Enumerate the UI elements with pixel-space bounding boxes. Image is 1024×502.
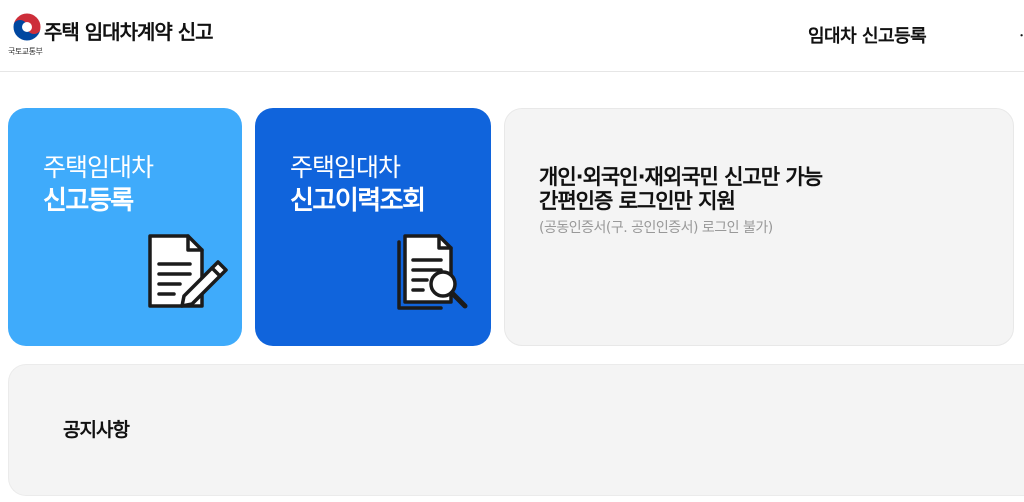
card-rental-register[interactable]: 주택임대차 신고등록 <box>8 108 242 346</box>
card-register-line1: 주택임대차 <box>43 153 154 182</box>
ministry-label: 국토교통부 <box>8 47 43 56</box>
notice-panel[interactable]: 공지사항 <box>8 364 1024 496</box>
card-register-line2: 신고등록 <box>43 186 134 216</box>
nav-item-truncated[interactable]: ᆢ <box>1016 22 1024 46</box>
notice-title: 공지사항 <box>63 419 130 441</box>
nav-item-rental-register[interactable]: 임대차 신고등록 <box>808 22 927 48</box>
info-note: (공동인증서(구. 공인인증서) 로그인 불가) <box>539 220 773 236</box>
card-history-line1: 주택임대차 <box>290 153 401 182</box>
info-line2: 간편인증 로그인만 지원 <box>539 189 736 213</box>
site-title: 주택 임대차계약 신고 <box>44 20 214 44</box>
card-rental-history[interactable]: 주택임대차 신고이력조회 <box>255 108 491 346</box>
document-pen-icon <box>148 234 228 308</box>
government-emblem-icon <box>12 12 42 42</box>
login-info-panel: 개인·외국인·재외국민 신고만 가능 간편인증 로그인만 지원 (공동인증서(구… <box>504 108 1014 346</box>
header: 국토교통부 주택 임대차계약 신고 임대차 신고등록 ᆢ <box>0 0 1024 72</box>
card-history-line2: 신고이력조회 <box>290 186 426 216</box>
site-logo[interactable]: 국토교통부 주택 임대차계약 신고 <box>8 10 248 60</box>
document-search-icon <box>397 234 468 310</box>
